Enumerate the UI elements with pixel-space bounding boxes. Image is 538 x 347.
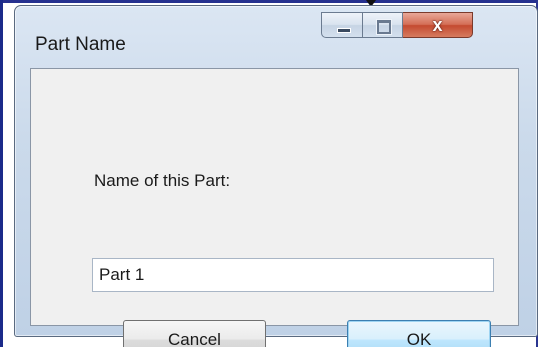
dialog-client-area: Name of this Part: Cancel OK [30, 68, 519, 347]
window-controls: x [321, 12, 473, 40]
minimize-icon [337, 28, 351, 33]
part-name-dialog: Part Name x Name of this Part: Cancel OK [14, 5, 538, 347]
background-edge-top [0, 0, 538, 3]
close-icon: x [432, 15, 443, 35]
dialog-title: Part Name [35, 34, 126, 55]
cancel-button[interactable]: Cancel [123, 320, 266, 347]
background-edge-left [0, 0, 3, 347]
maximize-icon [377, 20, 391, 34]
close-button[interactable]: x [403, 12, 473, 38]
part-name-label: Name of this Part: [94, 171, 231, 190]
minimize-button[interactable] [321, 12, 363, 38]
screen: Part Name x Name of this Part: Cancel OK [0, 0, 538, 347]
maximize-button[interactable] [363, 12, 403, 38]
ok-button[interactable]: OK [347, 320, 491, 347]
part-name-input[interactable] [92, 258, 494, 292]
